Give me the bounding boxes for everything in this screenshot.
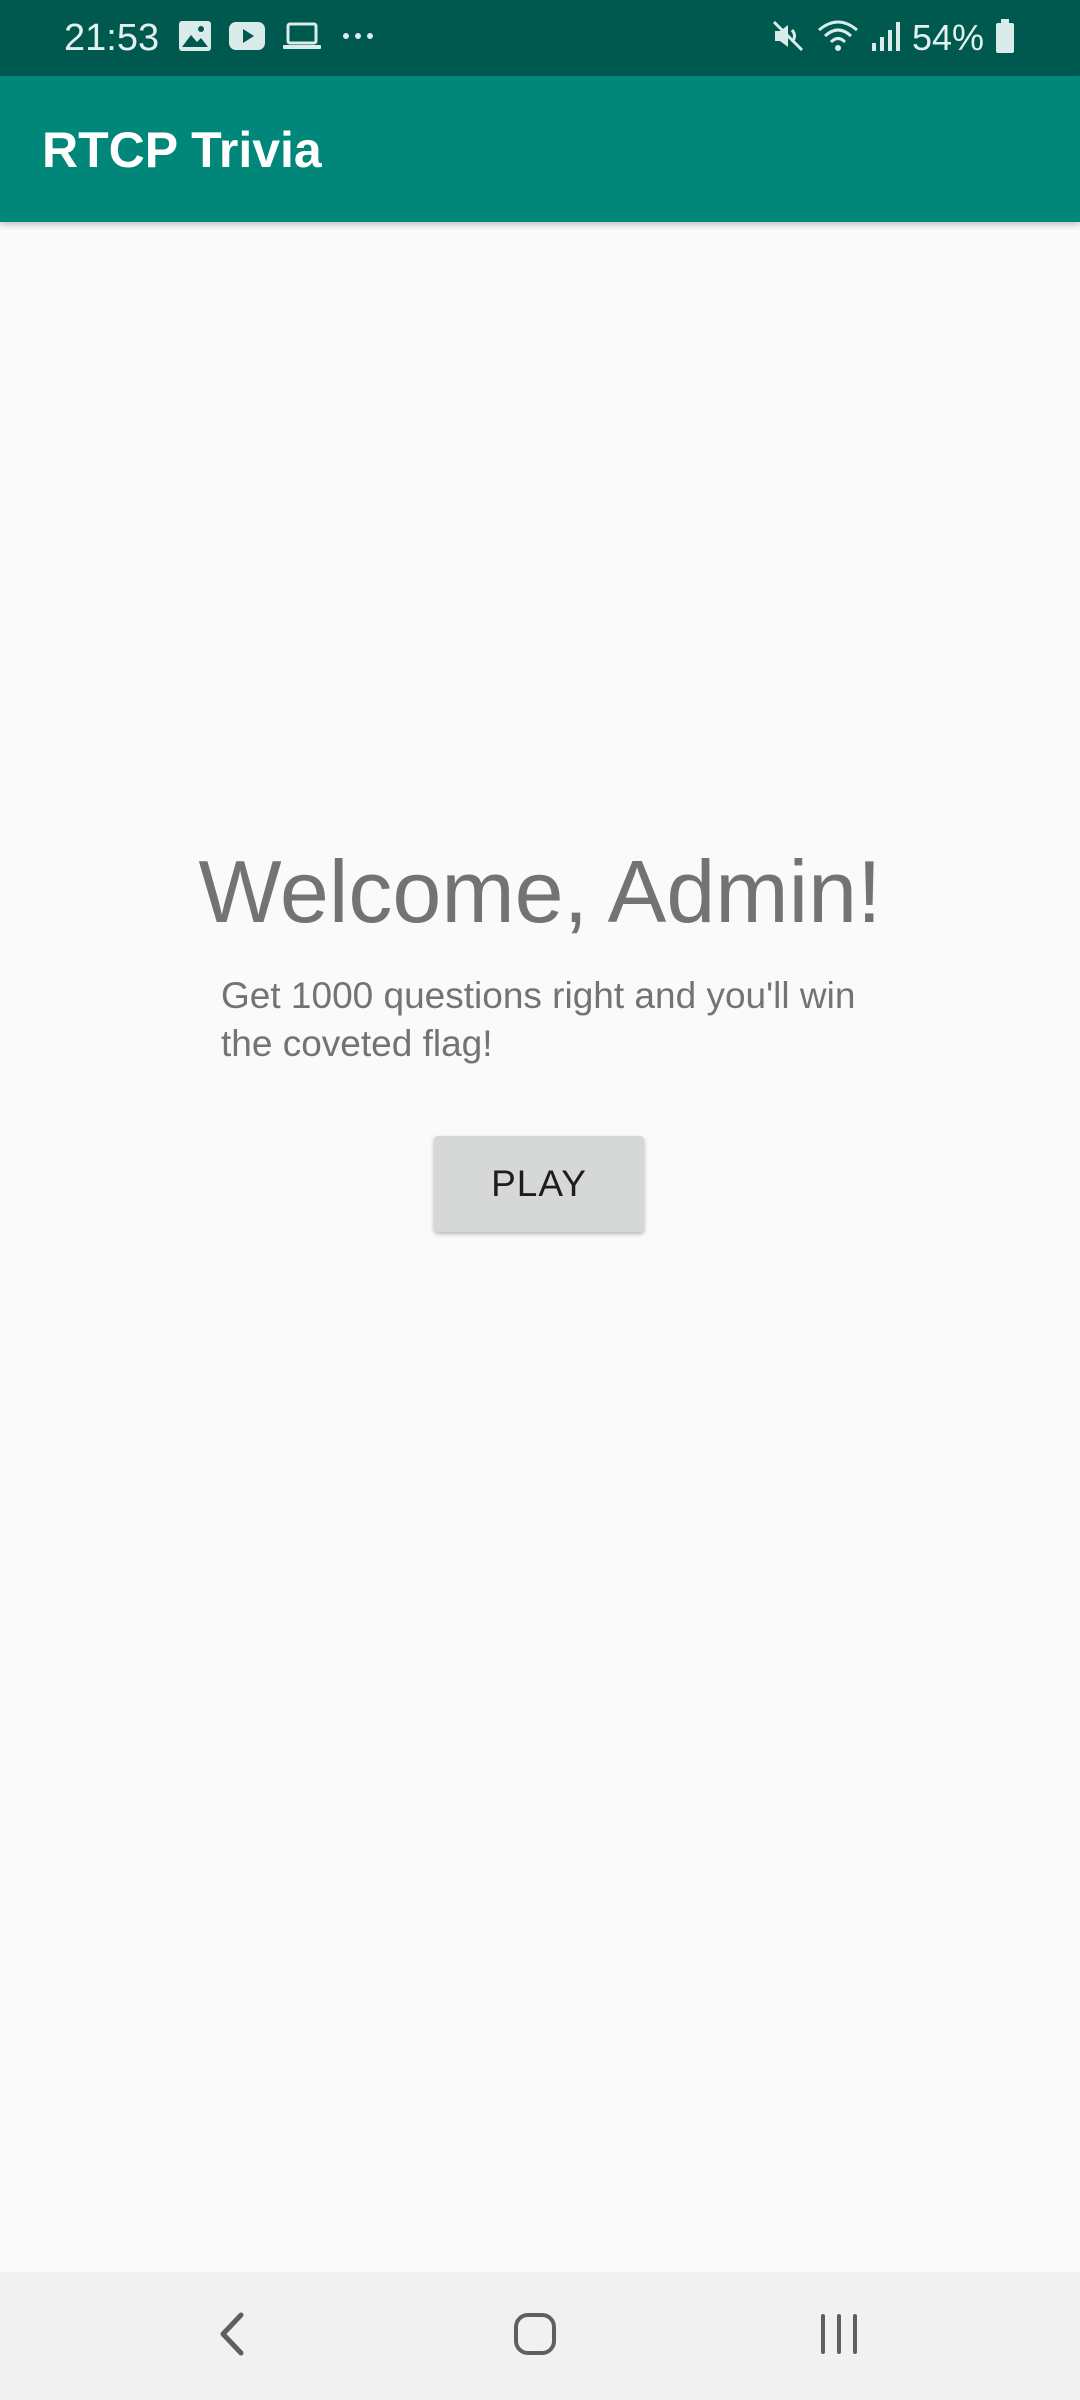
app-title: RTCP Trivia [42,122,322,178]
home-icon [510,2309,560,2364]
notification-icons [178,20,378,56]
signal-icon [870,19,902,58]
welcome-heading: Welcome, Admin! [198,842,882,941]
app-bar: RTCP Trivia [0,76,1080,222]
system-icons: 54% [770,16,1016,60]
navigation-bar [0,2272,1080,2400]
recents-button[interactable] [759,2272,919,2400]
mute-icon [770,18,806,59]
main-content: Welcome, Admin! Get 1000 questions right… [0,222,1080,2272]
instructions-text: Get 1000 questions right and you'll win … [221,975,856,1064]
laptop-icon [282,21,322,56]
home-button[interactable] [455,2272,615,2400]
image-icon [178,20,212,57]
play-button[interactable]: PLAY [434,1136,644,1232]
wifi-icon [816,18,860,59]
battery-percent: 54% [911,17,984,58]
youtube-icon [228,21,266,56]
status-time: 21:53 [64,17,160,59]
back-icon [213,2309,253,2364]
back-button[interactable] [153,2272,313,2400]
more-dots-icon [338,21,378,56]
battery-icon [994,18,1016,59]
recents-icon [814,2309,864,2364]
status-bar: 21:53 54% [0,0,1080,76]
